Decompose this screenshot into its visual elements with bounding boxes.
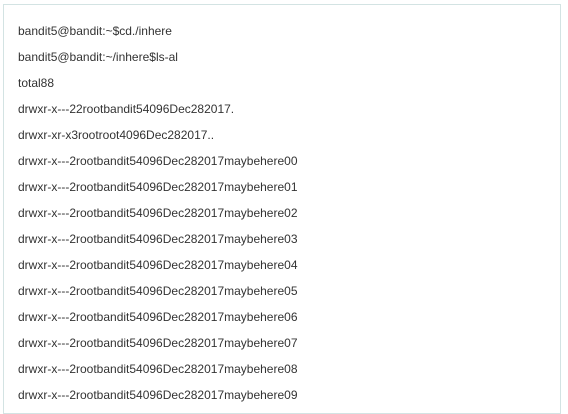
output-line-current-dir: drwxr-x---22rootbandit54096Dec282017. [18, 102, 235, 116]
command-line-cd: bandit5@bandit:~$cd./inhere [18, 24, 172, 38]
output-line-maybehere05: drwxr-x---2rootbandit54096Dec282017maybe… [18, 284, 298, 298]
output-line-parent-dir: drwxr-xr-x3rootroot4096Dec282017.. [18, 128, 215, 142]
terminal-output-panel: bandit5@bandit:~$cd./inhere bandit5@band… [3, 4, 561, 414]
output-line-maybehere07: drwxr-x---2rootbandit54096Dec282017maybe… [18, 336, 298, 350]
output-line-maybehere06: drwxr-x---2rootbandit54096Dec282017maybe… [18, 310, 298, 324]
output-line-total: total88 [18, 76, 55, 90]
output-line-maybehere00: drwxr-x---2rootbandit54096Dec282017maybe… [18, 154, 298, 168]
terminal-lines: bandit5@bandit:~$cd./inhere bandit5@band… [18, 18, 554, 408]
output-line-maybehere02: drwxr-x---2rootbandit54096Dec282017maybe… [18, 206, 298, 220]
output-line-maybehere04: drwxr-x---2rootbandit54096Dec282017maybe… [18, 258, 298, 272]
output-line-maybehere01: drwxr-x---2rootbandit54096Dec282017maybe… [18, 180, 298, 194]
output-line-maybehere03: drwxr-x---2rootbandit54096Dec282017maybe… [18, 232, 298, 246]
output-line-maybehere09: drwxr-x---2rootbandit54096Dec282017maybe… [18, 388, 298, 402]
command-line-ls: bandit5@bandit:~/inhere$ls-al [18, 50, 178, 64]
output-line-maybehere08: drwxr-x---2rootbandit54096Dec282017maybe… [18, 362, 298, 376]
